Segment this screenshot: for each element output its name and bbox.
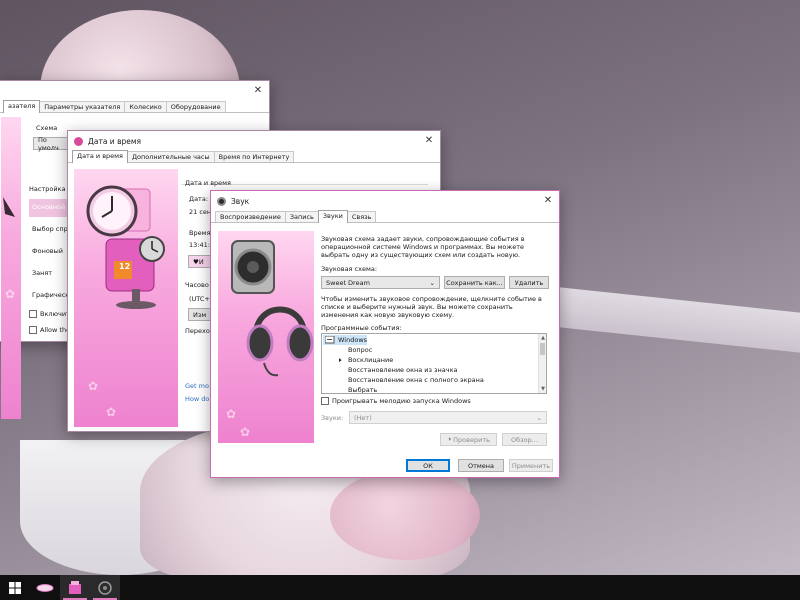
flower-decoration-icon: ✿ — [5, 287, 16, 301]
sound-close-button[interactable]: ✕ — [537, 191, 559, 209]
checkbox-box[interactable] — [29, 326, 37, 334]
list-item[interactable]: Выбор спр — [29, 221, 69, 239]
sound-app-icon[interactable] — [90, 575, 120, 600]
tab-pointer-options[interactable]: Параметры указателя — [39, 101, 126, 112]
sound-scheme-value: Sweet Dream — [326, 278, 370, 287]
sound-titlebar[interactable]: Звук ✕ — [211, 191, 559, 211]
tab-pointers[interactable]: азателя — [3, 100, 41, 113]
change-date-time-button[interactable]: ♥И — [188, 255, 212, 268]
tab-date-time[interactable]: Дата и время — [72, 150, 128, 163]
list-item[interactable]: Графическ — [29, 287, 69, 305]
speaker-app-icon — [217, 196, 226, 206]
tab-recording[interactable]: Запись — [284, 211, 319, 222]
how-do-link[interactable]: How do — [185, 395, 209, 403]
program-events-list[interactable]: Windows Вопрос 🕨 Восклицание Восстановлен… — [321, 333, 547, 394]
mouse-titlebar[interactable]: ✕ — [0, 81, 269, 101]
clock-app-icon — [74, 136, 83, 146]
datetime-titlebar[interactable]: Дата и время ✕ — [68, 131, 440, 151]
scroll-thumb[interactable] — [540, 343, 545, 355]
get-more-link[interactable]: Get mo — [185, 382, 209, 390]
apply-button[interactable]: Применить — [509, 459, 553, 472]
list-item[interactable]: Фоновый — [29, 243, 69, 261]
tab-additional-clocks[interactable]: Дополнительные часы — [126, 151, 215, 162]
checkbox-box[interactable] — [321, 397, 329, 405]
datetime-close-button[interactable]: ✕ — [418, 131, 440, 149]
time-label: Время — [189, 229, 211, 237]
delete-button[interactable]: Удалить — [509, 276, 549, 289]
mouse-preview-image: ✿ — [1, 117, 21, 419]
scroll-down-icon[interactable]: ▼ — [539, 385, 546, 393]
date-label: Дата: — [189, 195, 209, 203]
flower-decoration-icon: ✿ — [106, 405, 117, 419]
tab-playback[interactable]: Воспроизведение — [215, 211, 286, 222]
pink-box-app-icon[interactable] — [60, 575, 90, 600]
eraser-app-icon[interactable] — [30, 575, 60, 600]
datetime-preview-image: 12 ✿ ✿ — [74, 169, 178, 427]
list-item[interactable]: 🕨 Восклицание — [337, 355, 393, 365]
change-sound-description: Чтобы изменить звуковое сопровождение, щ… — [321, 295, 542, 319]
sound-window-title: Звук — [231, 196, 250, 206]
list-item[interactable]: Основной — [29, 199, 69, 217]
speaker-icon: 🕨 — [447, 435, 452, 443]
pointer-shadow-checkbox[interactable]: Включит — [29, 310, 70, 318]
browse-button[interactable]: Обзор... — [502, 433, 547, 446]
list-item[interactable]: Выбрать — [348, 385, 377, 393]
list-item[interactable]: Восстановление окна с полного экрана — [348, 375, 484, 385]
list-item[interactable]: Восстановление окна из значка — [348, 365, 458, 375]
sound-preview-image: ✿ ✿ — [218, 231, 314, 443]
sounds-select[interactable]: (Нет) ⌄ — [349, 411, 547, 424]
speaker-headphones-icon — [231, 240, 314, 377]
startup-sound-checkbox[interactable]: Проигрывать мелодию запуска Windows — [321, 397, 471, 405]
chevron-down-icon: ⌄ — [536, 413, 542, 422]
tab-communications[interactable]: Связь — [346, 211, 377, 222]
allow-themes-checkbox[interactable]: Allow the — [29, 326, 70, 334]
tab-wheel[interactable]: Колесико — [124, 101, 167, 112]
sound-window[interactable]: Звук ✕ Воспроизведение Запись Звуки Связ… — [210, 190, 560, 478]
change-timezone-button[interactable]: Изм — [188, 308, 212, 321]
test-button[interactable]: 🕨 Проверить — [440, 433, 497, 446]
sound-scheme-select[interactable]: Sweet Dream ⌄ — [321, 276, 440, 289]
list-item[interactable]: Вопрос — [348, 345, 372, 355]
sounds-label: Звуки: — [321, 414, 344, 422]
ok-button[interactable]: ОК — [406, 459, 450, 472]
tab-hardware[interactable]: Оборудование — [165, 101, 226, 112]
checkbox-box[interactable] — [29, 310, 37, 318]
dst-label: Перехо — [185, 327, 210, 335]
cancel-button[interactable]: Отмена — [458, 459, 504, 472]
date-value: 21 сен — [189, 208, 212, 216]
mouse-settings-label: Настройка — [29, 185, 66, 193]
cursor-arrow-icon — [3, 197, 15, 217]
flower-decoration-icon: ✿ — [226, 407, 237, 421]
tab-sounds[interactable]: Звуки — [317, 210, 348, 223]
save-as-button[interactable]: Сохранить как... — [444, 276, 505, 289]
flower-decoration-icon: ✿ — [240, 425, 251, 439]
list-item[interactable]: Windows — [323, 335, 368, 345]
mouse-tabs: азателя Параметры указателя Колесико Обо… — [0, 100, 269, 113]
tab-internet-time[interactable]: Время по Интернету — [213, 151, 295, 162]
mouse-scheme-label: Схема — [36, 124, 58, 132]
windows-start-icon[interactable] — [0, 575, 30, 600]
speaker-icon: 🕨 — [337, 355, 342, 364]
wallpaper-shelf — [560, 287, 800, 353]
timezone-label: Часово — [185, 281, 209, 289]
mouse-close-button[interactable]: ✕ — [247, 81, 269, 99]
calendar-day-number: 12 — [119, 262, 131, 271]
datetime-tabs: Дата и время Дополнительные часы Время п… — [68, 150, 440, 163]
list-item[interactable]: Занят — [29, 265, 69, 283]
taskbar — [0, 575, 800, 600]
scheme-description: Звуковая схема задает звуки, сопровождаю… — [321, 235, 525, 259]
datetime-window-title: Дата и время — [88, 136, 142, 146]
flower-decoration-icon: ✿ — [88, 379, 99, 393]
chevron-down-icon: ⌄ — [429, 278, 435, 287]
sound-tabs: Воспроизведение Запись Звуки Связь — [211, 210, 559, 223]
windows-folder-icon — [325, 336, 335, 344]
sound-scheme-label: Звуковая схема: — [321, 265, 378, 273]
date-time-group-title: Дата и время — [185, 179, 231, 187]
program-events-label: Программные события: — [321, 324, 402, 332]
pink-clock-icon — [86, 185, 165, 309]
wallpaper-plush-foot — [330, 470, 480, 560]
scroll-up-icon[interactable]: ▲ — [539, 334, 546, 342]
events-scrollbar[interactable]: ▲ ▼ — [538, 334, 546, 393]
